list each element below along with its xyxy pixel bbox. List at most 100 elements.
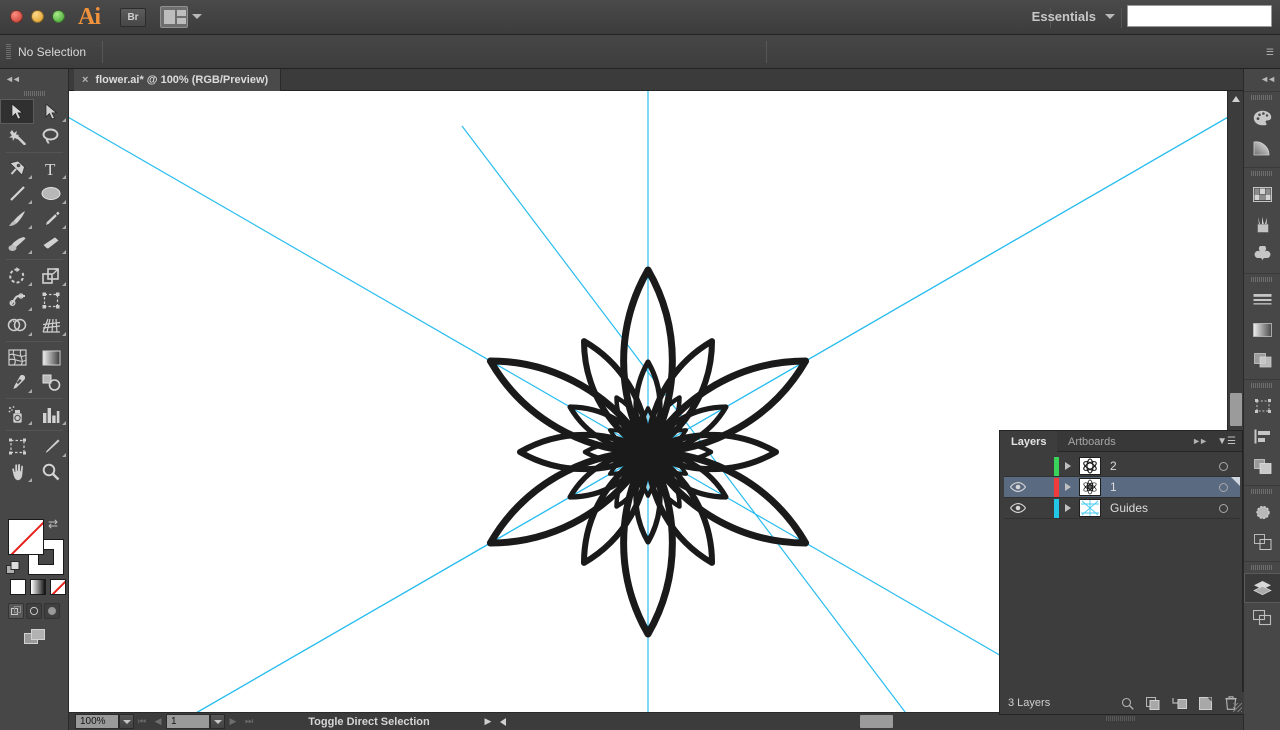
tool-flyout-indicator-icon[interactable] (62, 421, 66, 425)
paintbrush-tool[interactable] (0, 206, 34, 231)
align-panel-icon[interactable] (1244, 421, 1280, 451)
tab-artboards[interactable]: Artboards (1057, 431, 1127, 452)
layer-expand-icon[interactable] (1065, 504, 1079, 512)
color-guide-panel-icon[interactable] (1244, 133, 1280, 163)
tool-flyout-indicator-icon[interactable] (62, 282, 66, 286)
vertical-scroll-thumb[interactable] (1230, 393, 1242, 426)
create-new-layer-icon[interactable] (1192, 696, 1218, 710)
eyedropper-tool[interactable] (0, 370, 34, 395)
scroll-up-icon[interactable] (1232, 96, 1240, 102)
panel-menu-icon[interactable]: ▼☰ (1217, 436, 1236, 447)
status-menu-icon[interactable]: ▶ (481, 716, 495, 727)
layer-row-1[interactable]: 1 (1004, 477, 1240, 498)
layer-visibility-toggle[interactable] (1004, 482, 1032, 492)
go-to-bridge-button[interactable]: Br (120, 8, 146, 27)
collapse-panel-icon[interactable]: ◄◄ (5, 74, 21, 84)
pathfinder-panel-icon[interactable] (1244, 451, 1280, 481)
minimize-window-button[interactable] (31, 10, 44, 23)
tool-flyout-indicator-icon[interactable] (62, 250, 66, 254)
dock-group-grip[interactable] (1251, 489, 1273, 494)
transform-panel-icon[interactable] (1244, 391, 1280, 421)
tools-panel-grip[interactable] (24, 91, 46, 96)
line-segment-tool[interactable] (0, 181, 34, 206)
tool-flyout-indicator-icon[interactable] (28, 250, 32, 254)
workspace-chevron-down-icon[interactable] (1105, 14, 1115, 19)
dock-group-grip[interactable] (1251, 95, 1273, 100)
none-fill-button[interactable] (50, 579, 66, 595)
zoom-level-input[interactable]: 100% (75, 714, 119, 729)
artboard-number-chevron-down-icon[interactable] (210, 714, 225, 729)
previous-artboard-icon[interactable]: ◀ (150, 716, 166, 727)
symbol-sprayer-tool[interactable] (0, 402, 34, 427)
maximize-window-button[interactable] (52, 10, 65, 23)
dock-group-grip[interactable] (1251, 383, 1273, 388)
expand-panels-icon[interactable]: ◄◄ (1260, 74, 1276, 84)
layer-expand-icon[interactable] (1065, 483, 1079, 491)
tool-flyout-indicator-icon[interactable] (28, 282, 32, 286)
slice-tool[interactable] (34, 434, 68, 459)
width-tool[interactable] (0, 288, 34, 313)
tool-flyout-indicator-icon[interactable] (28, 421, 32, 425)
rotate-tool[interactable] (0, 263, 34, 288)
tab-layers[interactable]: Layers (1000, 431, 1058, 452)
stroke-panel-icon[interactable] (1244, 285, 1280, 315)
column-graph-tool[interactable] (34, 402, 68, 427)
tool-flyout-indicator-icon[interactable] (62, 118, 66, 122)
shape-builder-tool[interactable] (0, 313, 34, 338)
zoom-level-chevron-down-icon[interactable] (119, 714, 134, 729)
zoom-tool[interactable] (34, 459, 68, 484)
layer-row-2[interactable]: 2 (1004, 456, 1240, 477)
tool-flyout-indicator-icon[interactable] (62, 200, 66, 204)
layer-name[interactable]: 1 (1110, 480, 1206, 494)
swap-fill-stroke-icon[interactable]: ⇄ (48, 517, 58, 531)
layer-row-guides[interactable]: Guides (1004, 498, 1240, 519)
search-input[interactable] (1127, 5, 1272, 27)
first-artboard-icon[interactable]: ⏮ (134, 716, 150, 727)
mesh-tool[interactable] (0, 345, 34, 370)
color-panel-icon[interactable] (1244, 103, 1280, 133)
draw-normal-button[interactable] (8, 603, 24, 619)
artboards-panel-icon[interactable] (1244, 603, 1280, 633)
dock-group-grip[interactable] (1251, 565, 1273, 570)
free-transform-tool[interactable] (34, 288, 68, 313)
layers-panel-icon[interactable] (1244, 573, 1280, 603)
pen-tool[interactable] (0, 156, 34, 181)
artboard-tool[interactable] (0, 434, 34, 459)
workspace-switcher[interactable]: Essentials (1032, 9, 1115, 24)
selection-tool[interactable] (0, 99, 34, 124)
tool-flyout-indicator-icon[interactable] (28, 478, 32, 482)
create-new-sublayer-icon[interactable] (1166, 697, 1192, 710)
tool-flyout-indicator-icon[interactable] (28, 307, 32, 311)
scroll-left-icon[interactable] (500, 718, 506, 726)
horizontal-scroll-thumb[interactable] (860, 715, 893, 728)
magic-wand-tool[interactable] (0, 124, 34, 149)
direct-selection-tool[interactable] (34, 99, 68, 124)
collapse-to-icons-icon[interactable]: ►► (1192, 436, 1208, 446)
tool-flyout-indicator-icon[interactable] (62, 332, 66, 336)
blend-tool[interactable] (34, 370, 68, 395)
gradient-panel-icon[interactable] (1244, 315, 1280, 345)
transparency-panel-icon[interactable] (1244, 345, 1280, 375)
color-fill-button[interactable] (10, 579, 26, 595)
document-tab[interactable]: × flower.ai* @ 100% (RGB/Preview) (74, 69, 282, 91)
symbols-panel-icon[interactable] (1244, 239, 1280, 269)
tool-flyout-indicator-icon[interactable] (28, 225, 32, 229)
layer-target-icon[interactable] (1206, 482, 1240, 492)
dock-group-grip[interactable] (1251, 171, 1273, 176)
locate-object-icon[interactable] (1114, 697, 1140, 710)
gradient-fill-button[interactable] (30, 579, 46, 595)
tool-flyout-indicator-icon[interactable] (28, 389, 32, 393)
tool-flyout-indicator-icon[interactable] (62, 225, 66, 229)
tool-flyout-indicator-icon[interactable] (28, 175, 32, 179)
arrange-documents-chevron-down-icon[interactable] (192, 14, 202, 19)
close-document-icon[interactable]: × (82, 74, 88, 86)
tool-flyout-indicator-icon[interactable] (62, 453, 66, 457)
change-screen-mode-button[interactable] (24, 629, 46, 650)
brushes-panel-icon[interactable] (1244, 209, 1280, 239)
hand-tool[interactable] (0, 459, 34, 484)
type-tool[interactable]: T (34, 156, 68, 181)
dock-group-grip[interactable] (1251, 277, 1273, 282)
layer-name[interactable]: 2 (1110, 459, 1206, 473)
scale-tool[interactable] (34, 263, 68, 288)
control-bar-grip[interactable] (6, 44, 11, 60)
